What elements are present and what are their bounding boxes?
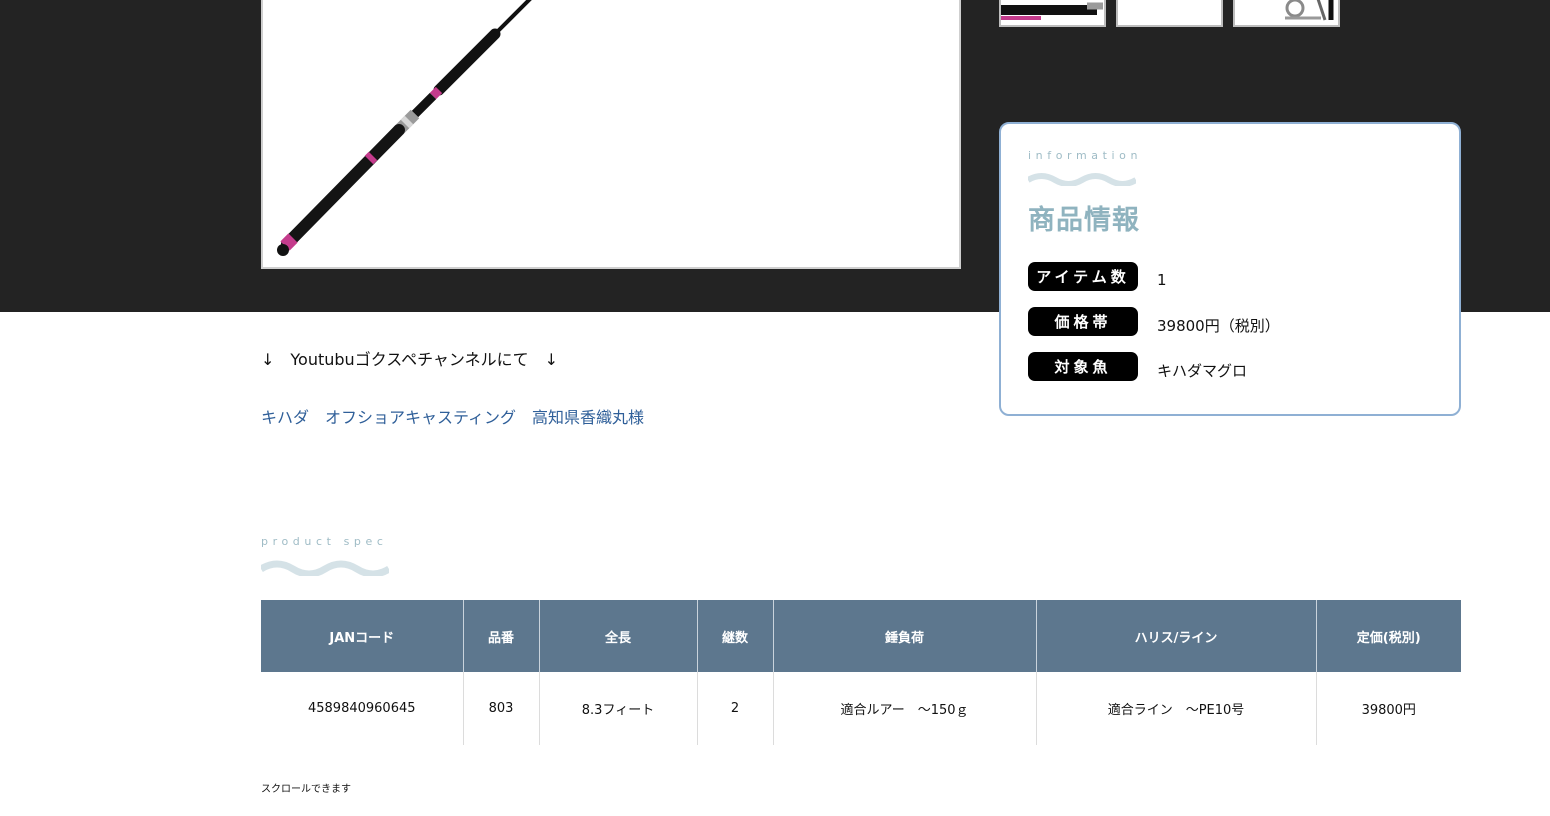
- thumbnail-3[interactable]: [1233, 0, 1340, 27]
- info-label: 価格帯: [1028, 306, 1138, 336]
- col-header-lure-weight: 錘負荷: [773, 600, 1037, 672]
- col-header-jan: JANコード: [261, 600, 464, 672]
- scroll-hint: スクロールできます: [261, 784, 351, 795]
- info-row-price-range: 価格帯 39800円（税別）: [1028, 306, 1280, 336]
- col-header-pieces: 継数: [697, 600, 774, 672]
- product-main-image[interactable]: [261, 0, 961, 269]
- info-value: 1: [1157, 271, 1167, 289]
- cell-line: 適合ライン ～PE10号: [1036, 672, 1317, 745]
- cell-length: 8.3フィート: [539, 672, 698, 745]
- info-title: 商品情報: [1028, 205, 1140, 236]
- info-label: アイテム数: [1028, 261, 1138, 291]
- info-eyebrow: information: [1028, 149, 1143, 162]
- rod-thumbnail-image: [1001, 2, 1103, 20]
- col-header-price: 定価(税別): [1316, 600, 1461, 672]
- fishing-rod-image: [277, 0, 532, 256]
- cell-model-number: 803: [463, 672, 540, 745]
- info-value: キハダマグロ: [1157, 361, 1248, 380]
- youtube-video-link[interactable]: キハダ オフショアキャスティング 高知県香織丸様: [261, 404, 644, 428]
- col-header-model-number: 品番: [463, 600, 540, 672]
- info-value: 39800円（税別）: [1157, 316, 1280, 335]
- thumbnail-1[interactable]: [999, 0, 1106, 27]
- wave-decoration-icon: [261, 556, 389, 576]
- wave-decoration-icon: [1028, 170, 1136, 186]
- youtube-heading: ↓ Youtubuゴクスペチャンネルにて ↓: [261, 350, 559, 369]
- spec-eyebrow: product spec: [261, 535, 388, 548]
- cell-pieces: 2: [697, 672, 774, 745]
- cell-price: 39800円: [1361, 703, 1416, 718]
- spec-table: JANコード 品番 全長 継数 錘負荷 ハリス/ライン 定価(税別) 45898…: [261, 600, 1461, 745]
- col-header-length: 全長: [539, 600, 698, 672]
- cell-jan: 4589840960645: [261, 672, 464, 745]
- info-row-item-count: アイテム数 1: [1028, 261, 1167, 291]
- thumbnail-2[interactable]: [1116, 0, 1223, 27]
- info-label: 対象魚: [1028, 351, 1138, 381]
- col-header-line: ハリス/ライン: [1036, 600, 1317, 672]
- info-row-target-fish: 対象魚 キハダマグロ: [1028, 351, 1247, 381]
- cell-lure-weight: 適合ルアー ～150ｇ: [773, 672, 1037, 745]
- spec-table-header-row: JANコード 品番 全長 継数 錘負荷 ハリス/ライン 定価(税別): [261, 600, 1461, 672]
- rod-guide-thumbnail-image: [1285, 0, 1334, 21]
- table-row: 4589840960645 803 8.3フィート 2 適合ルアー ～150ｇ …: [261, 672, 1461, 745]
- product-info-card: information 商品情報 アイテム数 1 価格帯 39800円（税別） …: [999, 122, 1461, 416]
